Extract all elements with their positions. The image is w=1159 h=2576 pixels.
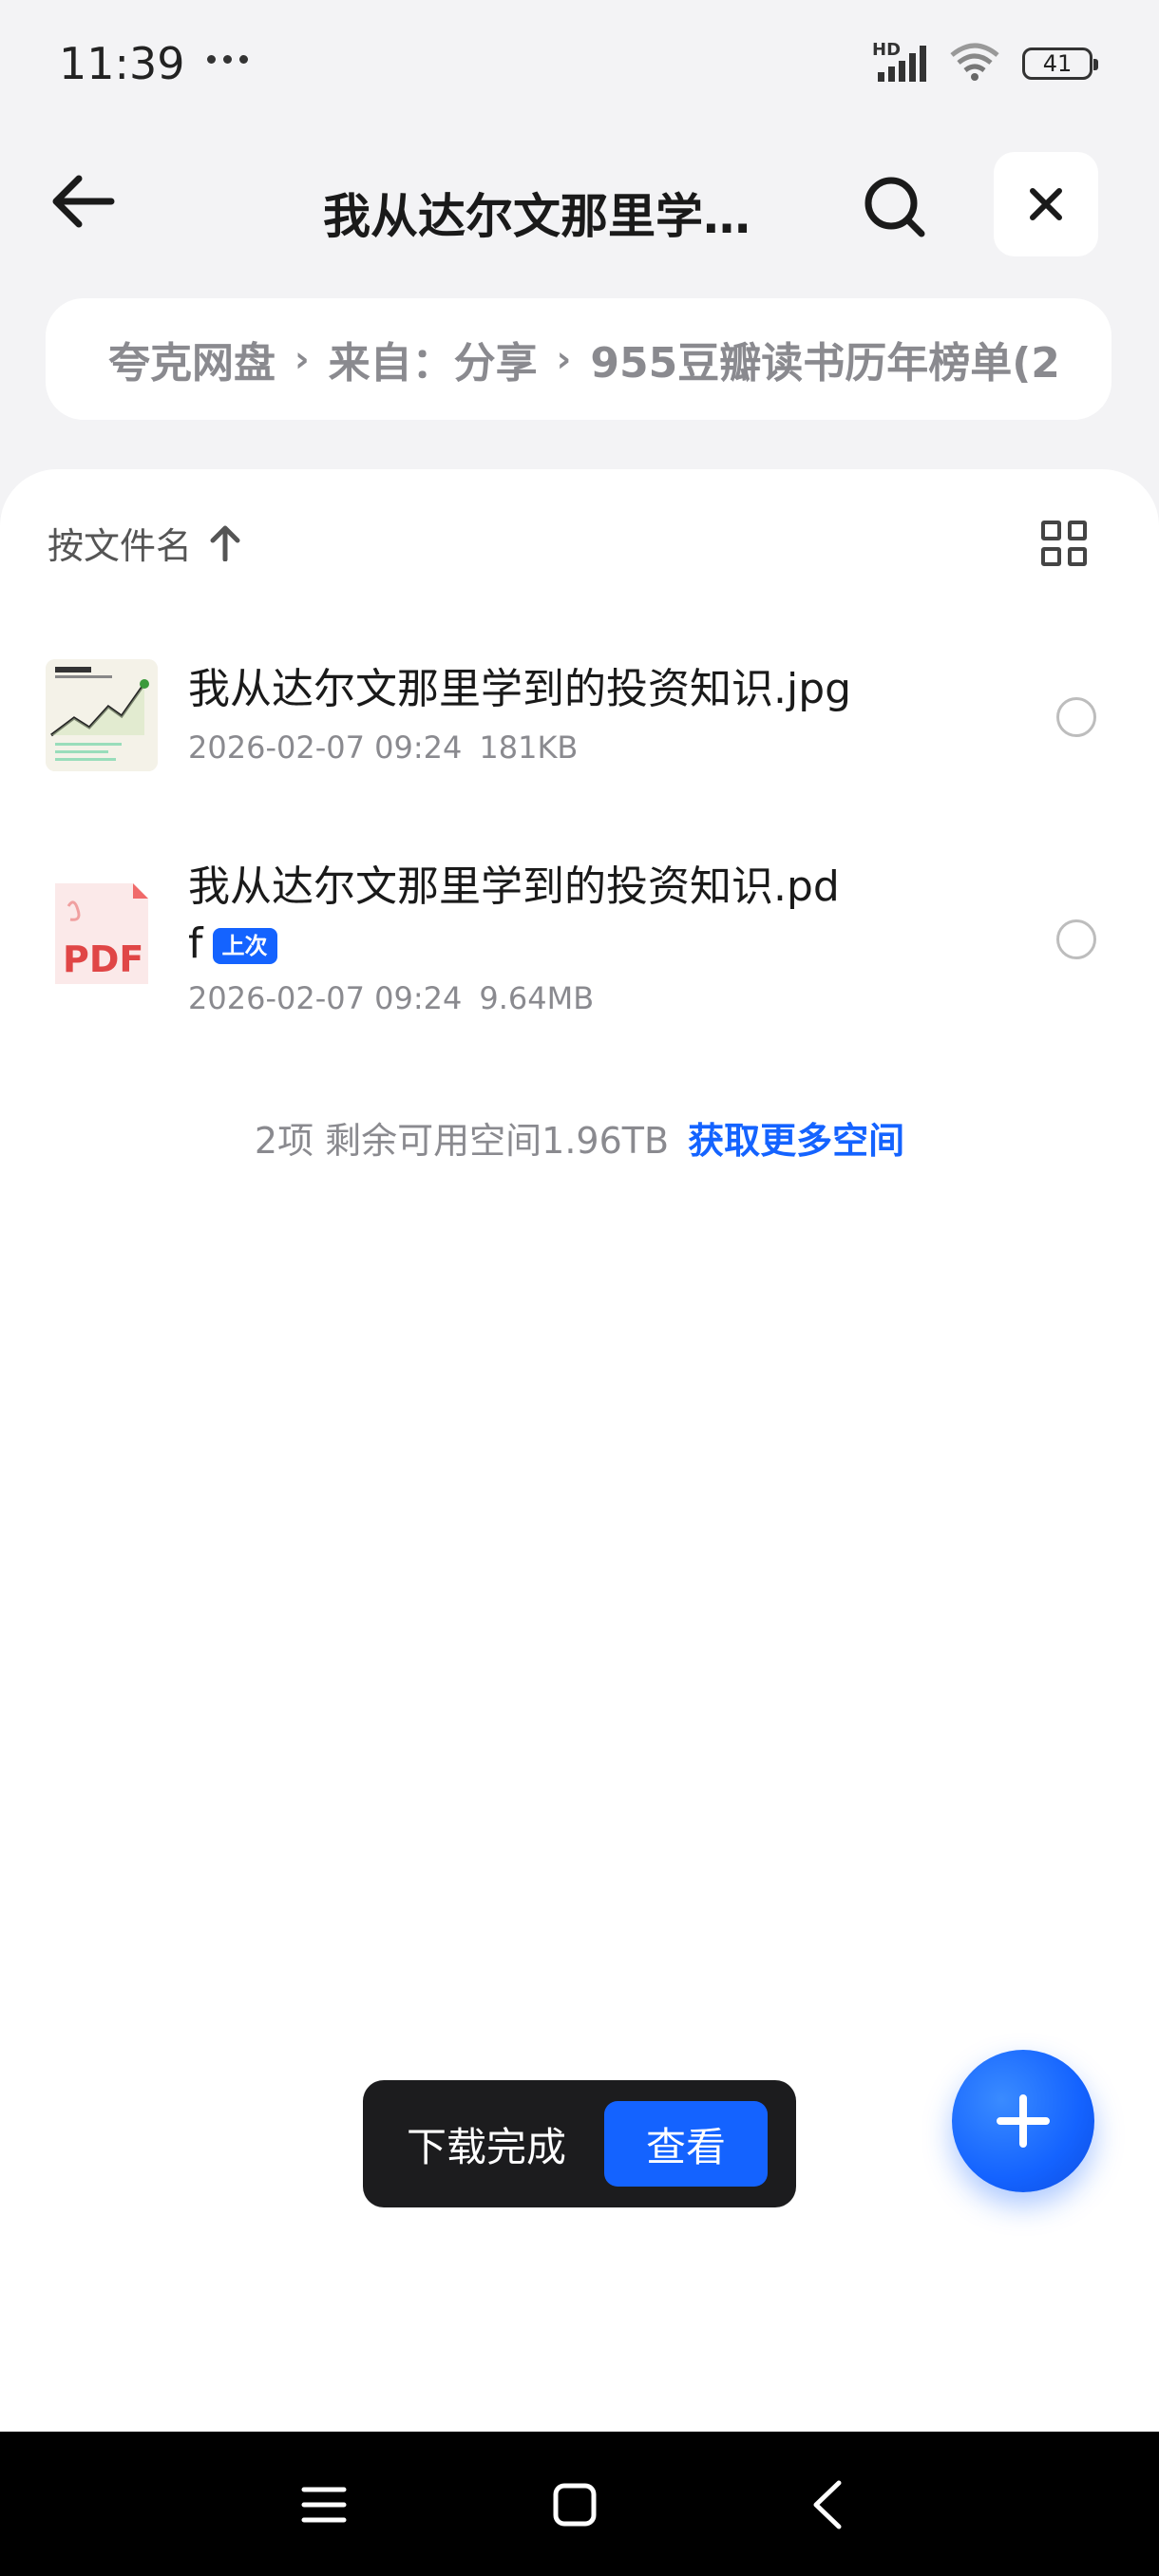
file-thumbnail-pdf[interactable]: PDF xyxy=(46,878,158,990)
sort-control[interactable]: 按文件名 xyxy=(48,517,241,569)
more-dots-icon xyxy=(207,55,248,64)
back-arrow-icon xyxy=(52,175,115,228)
file-name[interactable]: 我从达尔文那里学到的投资知识.pd f 上次 xyxy=(188,859,891,973)
breadcrumb-item-share[interactable]: 来自：分享 xyxy=(329,329,538,389)
arrow-up-icon xyxy=(210,525,240,561)
file-name-line2: f 上次 xyxy=(188,916,891,973)
grid-view-icon[interactable] xyxy=(1041,521,1087,566)
status-time: 11:39 xyxy=(59,38,185,89)
toast-message: 下载完成 xyxy=(407,2123,567,2170)
home-square-icon xyxy=(553,2483,597,2527)
file-thumbnail-jpg[interactable] xyxy=(46,659,158,771)
close-button[interactable] xyxy=(994,152,1098,256)
battery-level: 41 xyxy=(1042,50,1073,77)
menu-nav-button[interactable] xyxy=(291,2472,357,2538)
view-button[interactable]: 查看 xyxy=(604,2101,769,2187)
page-title: 我从达尔文那里学… xyxy=(323,189,750,244)
back-nav-button[interactable] xyxy=(794,2472,861,2538)
last-opened-badge: 上次 xyxy=(212,928,277,964)
status-icons: HD 41 xyxy=(872,40,1098,85)
breadcrumb-item-root[interactable]: 夸克网盘 xyxy=(108,329,276,389)
download-toast: 下载完成 查看 xyxy=(363,2080,796,2207)
battery-icon: 41 xyxy=(1022,47,1098,80)
breadcrumb-separator: › xyxy=(294,338,310,380)
add-button[interactable] xyxy=(952,2050,1094,2192)
image-thumbnail-icon xyxy=(46,659,158,771)
search-icon xyxy=(864,177,925,237)
file-size: 181KB xyxy=(479,729,579,766)
file-select-radio[interactable] xyxy=(1056,919,1096,959)
storage-summary: 2项 剩余可用空间1.96TB 获取更多空间 xyxy=(0,1111,1159,1164)
file-meta: 2026-02-07 09:24 181KB xyxy=(188,729,578,766)
menu-icon xyxy=(301,2487,347,2523)
sort-label: 按文件名 xyxy=(48,525,193,567)
network-label: HD xyxy=(872,40,902,60)
breadcrumb: 夸克网盘 › 来自：分享 › 955豆瓣读书历年榜单(2 xyxy=(46,298,1112,420)
plus-icon xyxy=(997,2094,1050,2148)
file-name-tail: f xyxy=(188,919,203,968)
back-chevron-icon xyxy=(813,2480,842,2529)
file-name[interactable]: 我从达尔文那里学到的投资知识.jpg xyxy=(188,661,891,718)
search-button[interactable] xyxy=(855,167,935,247)
pdf-label: PDF xyxy=(63,938,144,980)
back-button[interactable] xyxy=(46,163,122,239)
breadcrumb-separator: › xyxy=(556,338,572,380)
signal-icon: HD xyxy=(872,40,927,84)
file-name-line1: 我从达尔文那里学到的投资知识.pd xyxy=(188,862,840,911)
breadcrumb-item-folder[interactable]: 955豆瓣读书历年榜单(2 xyxy=(590,329,1060,389)
wifi-icon xyxy=(948,42,1001,85)
file-select-radio[interactable] xyxy=(1056,697,1096,737)
file-size: 9.64MB xyxy=(479,980,595,1016)
file-date: 2026-02-07 09:24 xyxy=(188,729,463,766)
close-icon xyxy=(1030,188,1062,220)
home-nav-button[interactable] xyxy=(542,2472,608,2538)
get-more-space-link[interactable]: 获取更多空间 xyxy=(688,1120,904,1162)
summary-text: 2项 剩余可用空间1.96TB xyxy=(254,1120,670,1162)
file-date: 2026-02-07 09:24 xyxy=(188,980,463,1016)
file-meta: 2026-02-07 09:24 9.64MB xyxy=(188,980,594,1016)
